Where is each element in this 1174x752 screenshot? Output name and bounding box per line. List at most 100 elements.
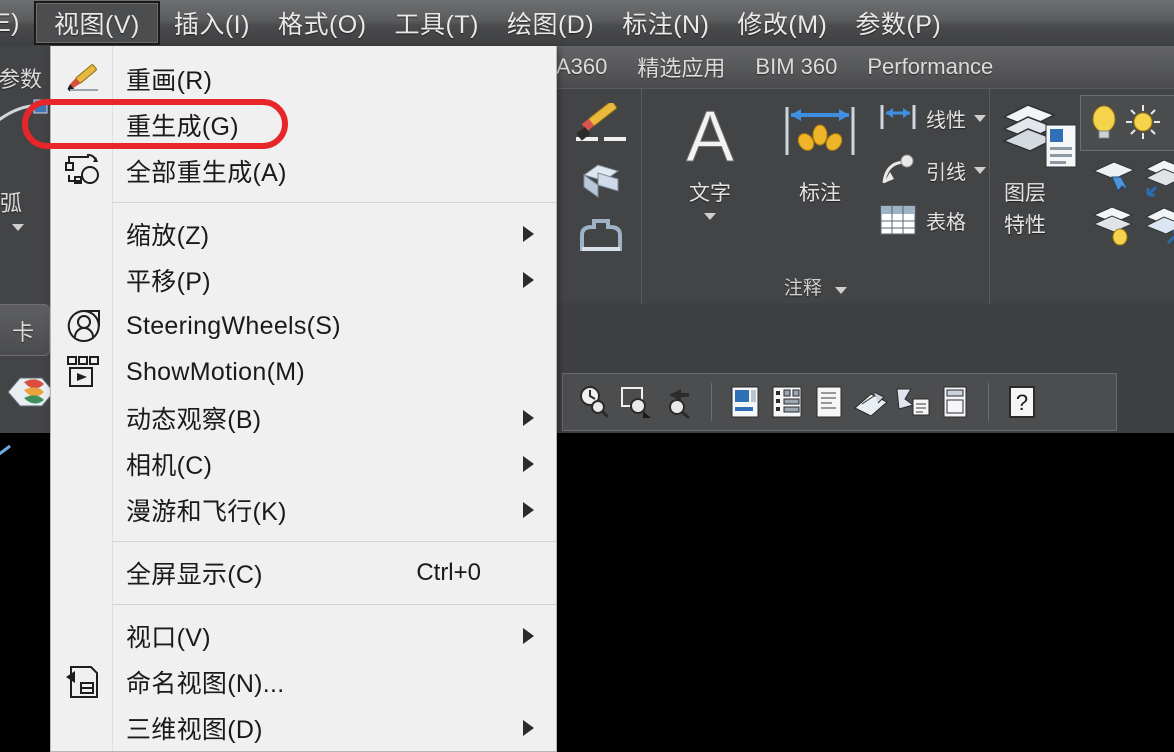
layer-properties-icon bbox=[1002, 104, 1077, 168]
menu-item-walk-and-fly[interactable]: 漫游和飞行(K) bbox=[51, 487, 556, 533]
dimension-tool-button[interactable]: 标注 bbox=[768, 101, 872, 207]
menu-item-full-screen[interactable]: 全屏显示(C) Ctrl+0 bbox=[51, 550, 556, 596]
layer-make-current-icon[interactable] bbox=[1090, 157, 1146, 201]
menu-item-regen-label: 重生成(G) bbox=[126, 113, 239, 141]
ribbon-panel-layers: 图层 特性 bbox=[990, 89, 1174, 304]
tool-palettes-icon[interactable] bbox=[808, 382, 850, 422]
menu-item-named-views-label: 命名视图(N)... bbox=[126, 670, 285, 698]
menubar-item-view[interactable]: 视图(V) bbox=[34, 1, 160, 45]
steeringwheel-icon bbox=[63, 307, 105, 345]
annotation-panel-chevron-down-icon[interactable] bbox=[835, 287, 848, 294]
menu-item-zoom-submenu-arrow-icon bbox=[523, 226, 534, 242]
app-window: E) 视图(V) 插入(I) 格式(O) 工具(T) 绘图(D) 标注(N) 修… bbox=[0, 0, 1174, 752]
help-icon[interactable]: ? bbox=[1001, 382, 1043, 422]
menu-item-full-screen-shortcut: Ctrl+0 bbox=[416, 559, 481, 586]
ribbon-tab-bim360[interactable]: BIM 360 bbox=[755, 54, 837, 80]
menu-item-redraw[interactable]: 重画(R) bbox=[51, 56, 556, 102]
menu-item-3d-views-submenu-arrow-icon bbox=[523, 720, 534, 736]
left-strip-arc-label: 弧 bbox=[0, 191, 23, 216]
menu-item-steeringwheels[interactable]: SteeringWheels(S) bbox=[51, 303, 556, 349]
redraw-icon bbox=[63, 60, 105, 98]
menu-item-showmotion[interactable]: ShowMotion(M) bbox=[51, 349, 556, 395]
ribbon-panel-annotation-title[interactable]: 注释 bbox=[642, 273, 989, 300]
menubar-item-draw[interactable]: 绘图(D) bbox=[493, 3, 608, 43]
menu-item-regen-all[interactable]: 全部重生成(A) bbox=[51, 148, 556, 194]
menu-item-orbit-submenu-arrow-icon bbox=[523, 410, 534, 426]
menu-item-showmotion-label: ShowMotion(M) bbox=[126, 357, 305, 386]
text-tool-chevron-down-icon[interactable] bbox=[704, 213, 716, 220]
dimension-icon bbox=[785, 107, 855, 155]
menubar-item-tools[interactable]: 工具(T) bbox=[381, 3, 493, 43]
table-tool-button[interactable]: 表格 bbox=[878, 203, 966, 237]
menu-item-camera-submenu-arrow-icon bbox=[523, 456, 534, 472]
boundary-icon[interactable] bbox=[576, 213, 626, 257]
layer-freeze-icon[interactable] bbox=[1142, 205, 1174, 249]
menu-separator-2 bbox=[113, 541, 556, 542]
layer-state-control[interactable] bbox=[1080, 95, 1174, 151]
ucs-icon[interactable] bbox=[0, 428, 34, 464]
leader-tool-chevron-down-icon[interactable] bbox=[974, 166, 986, 174]
text-tool-button[interactable]: A 文字 bbox=[658, 101, 762, 220]
linear-tool-chevron-down-icon[interactable] bbox=[974, 114, 986, 122]
menu-item-steeringwheels-label: SteeringWheels(S) bbox=[126, 311, 341, 340]
menu-separator-3 bbox=[113, 604, 556, 605]
layer-off-icon[interactable] bbox=[1142, 157, 1174, 201]
gradient-icon[interactable] bbox=[576, 157, 626, 201]
sheet-set-manager-icon[interactable] bbox=[850, 382, 892, 422]
menu-item-pan-submenu-arrow-icon bbox=[523, 272, 534, 288]
left-strip-chevron-down-icon[interactable] bbox=[12, 224, 24, 231]
menubar-item-dimension[interactable]: 标注(N) bbox=[608, 3, 723, 43]
annotation-title-text: 注释 bbox=[783, 278, 822, 299]
menu-item-viewports[interactable]: 视口(V) bbox=[51, 613, 556, 659]
layer-isolate-icon[interactable] bbox=[1090, 205, 1146, 249]
table-tool-label: 表格 bbox=[926, 211, 966, 234]
svg-text:A: A bbox=[686, 101, 734, 173]
markup-set-manager-icon[interactable] bbox=[892, 382, 934, 422]
menu-item-camera[interactable]: 相机(C) bbox=[51, 441, 556, 487]
hatch-icon[interactable] bbox=[572, 103, 630, 149]
menu-item-camera-label: 相机(C) bbox=[126, 452, 213, 480]
quick-calc-icon[interactable] bbox=[934, 382, 976, 422]
lightbulb-icon[interactable] bbox=[1087, 103, 1121, 143]
menubar-item-insert[interactable]: 插入(I) bbox=[160, 3, 264, 43]
layer-properties-button[interactable] bbox=[998, 99, 1084, 171]
menubar-item-modify[interactable]: 修改(M) bbox=[723, 3, 841, 43]
menu-item-3d-views[interactable]: 三维视图(D) bbox=[51, 705, 556, 751]
properties-icon[interactable] bbox=[724, 382, 766, 422]
left-strip-parametric-label: 参数 bbox=[0, 67, 43, 92]
menu-item-regen[interactable]: 重生成(G) bbox=[51, 102, 556, 148]
menubar-item-format[interactable]: 格式(O) bbox=[264, 3, 381, 43]
menu-item-orbit[interactable]: 动态观察(B) bbox=[51, 395, 556, 441]
menu-item-walk-and-fly-submenu-arrow-icon bbox=[523, 502, 534, 518]
linear-tool-button[interactable]: 线性 bbox=[878, 103, 986, 133]
linear-tool-label: 线性 bbox=[926, 109, 966, 132]
leader-icon bbox=[882, 154, 914, 184]
help-glyph: ? bbox=[1016, 390, 1028, 415]
left-strip-card-label: 卡 bbox=[12, 320, 35, 345]
ribbon-tab-a360[interactable]: A360 bbox=[556, 54, 607, 80]
menu-item-named-views[interactable]: 命名视图(N)... bbox=[51, 659, 556, 705]
dimension-constraint-icon[interactable] bbox=[0, 98, 50, 132]
menu-item-zoom-label: 缩放(Z) bbox=[126, 222, 210, 250]
menubar-item-file[interactable]: E) bbox=[0, 7, 34, 40]
pan-realtime-icon[interactable] bbox=[657, 382, 699, 422]
left-ribbon-strip: 参数 弧 卡 bbox=[0, 46, 55, 456]
design-center-icon[interactable] bbox=[766, 382, 808, 422]
menu-item-3d-views-label: 三维视图(D) bbox=[126, 716, 263, 744]
text-tool-label: 文字 bbox=[689, 182, 731, 205]
menubar-item-parametric[interactable]: 参数(P) bbox=[841, 3, 955, 43]
properties-label: 特性 bbox=[1004, 214, 1046, 237]
menu-item-zoom[interactable]: 缩放(Z) bbox=[51, 211, 556, 257]
sun-icon[interactable] bbox=[1125, 103, 1161, 143]
layers-label: 图层 bbox=[1004, 182, 1046, 205]
toolbar-separator bbox=[711, 383, 712, 421]
left-strip-card-button[interactable]: 卡 bbox=[0, 304, 50, 356]
zoom-previous-icon[interactable] bbox=[573, 382, 615, 422]
menu-item-walk-and-fly-label: 漫游和飞行(K) bbox=[126, 498, 287, 526]
ribbon-tab-performance[interactable]: Performance bbox=[867, 54, 993, 80]
zoom-window-icon[interactable] bbox=[615, 382, 657, 422]
leader-tool-button[interactable]: 引线 bbox=[878, 153, 986, 187]
menu-item-pan-label: 平移(P) bbox=[126, 268, 211, 296]
ribbon-tab-featured-apps[interactable]: 精选应用 bbox=[637, 51, 725, 83]
menu-item-pan[interactable]: 平移(P) bbox=[51, 257, 556, 303]
